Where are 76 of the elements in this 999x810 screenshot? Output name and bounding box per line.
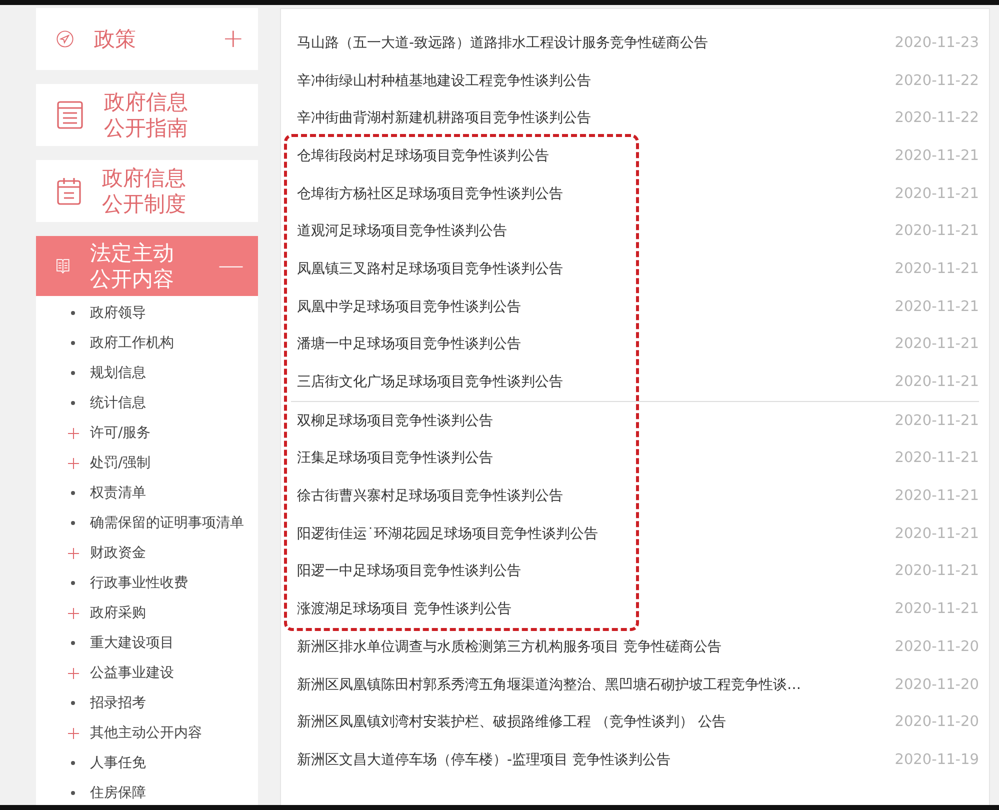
notice-date: 2020-11-21 (894, 601, 979, 618)
expand-icon[interactable] (68, 428, 78, 438)
submenu-item[interactable]: 政府领导 (90, 304, 146, 322)
bullet-icon (71, 521, 75, 525)
expand-icon[interactable] (68, 608, 78, 618)
submenu-item[interactable]: 规划信息 (90, 364, 146, 382)
notice-link[interactable]: 阳逻街佳运˙环湖花园足球场项目竞争性谈判公告 (297, 524, 598, 543)
notice-date: 2020-11-21 (894, 148, 979, 164)
notice-date: 2020-11-22 (894, 110, 979, 126)
notice-date: 2020-11-21 (894, 412, 979, 429)
notice-date: 2020-11-21 (894, 260, 979, 277)
notice-link[interactable]: 涨渡湖足球场项目 竞争性谈判公告 (297, 600, 512, 618)
notice-link[interactable]: 阳逻一中足球场项目竞争性谈判公告 (297, 562, 521, 580)
notice-link[interactable]: 道观河足球场项目竞争性谈判公告 (297, 222, 507, 240)
notice-link[interactable]: 辛冲街曲背湖村新建机耕路项目竞争性谈判公告 (297, 109, 591, 128)
submenu-item[interactable]: 统计信息 (90, 394, 146, 412)
notice-link[interactable]: 仓埠街段岗村足球场项目竞争性谈判公告 (297, 146, 549, 165)
expand-icon[interactable] (68, 728, 78, 738)
submenu-item[interactable]: 政府工作机构 (90, 334, 174, 352)
calendar-icon (56, 176, 82, 206)
bullet-icon (71, 311, 75, 315)
notice-date: 2020-11-21 (894, 298, 979, 315)
notice-link[interactable]: 新洲区凤凰镇陈田村郭系秀湾五角堰渠道沟整治、黑凹塘石砌护坡工程竞争性谈… (297, 676, 801, 694)
bullet-icon (71, 581, 75, 585)
notice-date: 2020-11-22 (894, 72, 979, 89)
submenu-item[interactable]: 人事任免 (90, 754, 146, 772)
notice-link[interactable]: 辛冲街绿山村种植基地建设工程竞争性谈判公告 (297, 72, 591, 90)
bullet-icon (71, 371, 75, 375)
expand-icon[interactable] (68, 548, 78, 558)
submenu-item[interactable]: 招录招考 (90, 694, 146, 712)
notice-link[interactable]: 潘塘一中足球场项目竞争性谈判公告 (297, 335, 521, 354)
submenu-item[interactable]: 财政资金 (90, 544, 146, 562)
bullet-icon (71, 761, 75, 765)
bullet-icon (71, 341, 75, 345)
expand-icon[interactable] (68, 458, 78, 468)
notice-link[interactable]: 凤凰镇三叉路村足球场项目竞争性谈判公告 (297, 260, 563, 278)
notice-date: 2020-11-21 (894, 563, 979, 580)
notice-date: 2020-11-23 (894, 34, 979, 51)
notice-date: 2020-11-21 (894, 223, 979, 240)
notice-date: 2020-11-21 (894, 450, 979, 466)
notice-link[interactable]: 仓埠街方杨社区足球场项目竞争性谈判公告 (297, 184, 563, 203)
submenu-item[interactable]: 处罚/强制 (90, 454, 151, 472)
list-icon (56, 100, 84, 130)
submenu-item[interactable]: 政府采购 (90, 604, 146, 622)
notice-date: 2020-11-21 (894, 336, 979, 352)
submenu-item[interactable]: 住房保障 (90, 784, 146, 802)
submenu-item[interactable]: 其他主动公开内容 (90, 724, 202, 742)
submenu-item[interactable]: 确需保留的证明事项清单 (90, 514, 244, 532)
submenu-item[interactable]: 行政事业性收费 (90, 574, 188, 592)
notice-date: 2020-11-20 (894, 638, 979, 655)
notice-link[interactable]: 马山路（五一大道-致远路）道路排水工程设计服务竞争性磋商公告 (297, 34, 708, 52)
notice-link[interactable]: 汪集足球场项目竞争性谈判公告 (297, 449, 493, 468)
notice-date: 2020-11-21 (894, 186, 979, 202)
notice-link[interactable]: 新洲区文昌大道停车场（停车楼）-监理项目 竞争性谈判公告 (297, 750, 671, 769)
bullet-icon (71, 701, 75, 705)
submenu-item[interactable]: 公益事业建设 (90, 664, 174, 682)
bullet-icon (71, 491, 75, 495)
submenu-item[interactable]: 许可/服务 (90, 424, 151, 442)
notice-date: 2020-11-20 (894, 676, 979, 693)
notice-date: 2020-11-20 (894, 714, 979, 730)
notice-link[interactable]: 三店街文化广场足球场项目竞争性谈判公告 (297, 373, 563, 392)
notice-link[interactable]: 新洲区凤凰镇刘湾村安装护栏、破损路维修工程 （竞争性谈判） 公告 (297, 713, 726, 732)
notice-link[interactable]: 新洲区排水单位调查与水质检测第三方机构服务项目 竞争性磋商公告 (297, 638, 722, 656)
notice-date: 2020-11-21 (894, 488, 979, 504)
expand-icon[interactable] (68, 668, 78, 678)
bullet-icon (71, 791, 75, 795)
bullet-icon (71, 401, 75, 405)
notice-date: 2020-11-19 (894, 752, 979, 768)
submenu-item[interactable]: 重大建设项目 (90, 634, 174, 652)
notice-date: 2020-11-21 (894, 526, 979, 542)
submenu-item[interactable]: 权责清单 (90, 484, 146, 502)
notice-link[interactable]: 双柳足球场项目竞争性谈判公告 (297, 412, 493, 430)
notice-date: 2020-11-21 (894, 374, 979, 390)
bullet-icon (71, 641, 75, 645)
notice-link[interactable]: 徐古街曹兴寨村足球场项目竞争性谈判公告 (297, 487, 563, 506)
notice-link[interactable]: 凤凰中学足球场项目竞争性谈判公告 (297, 298, 521, 316)
